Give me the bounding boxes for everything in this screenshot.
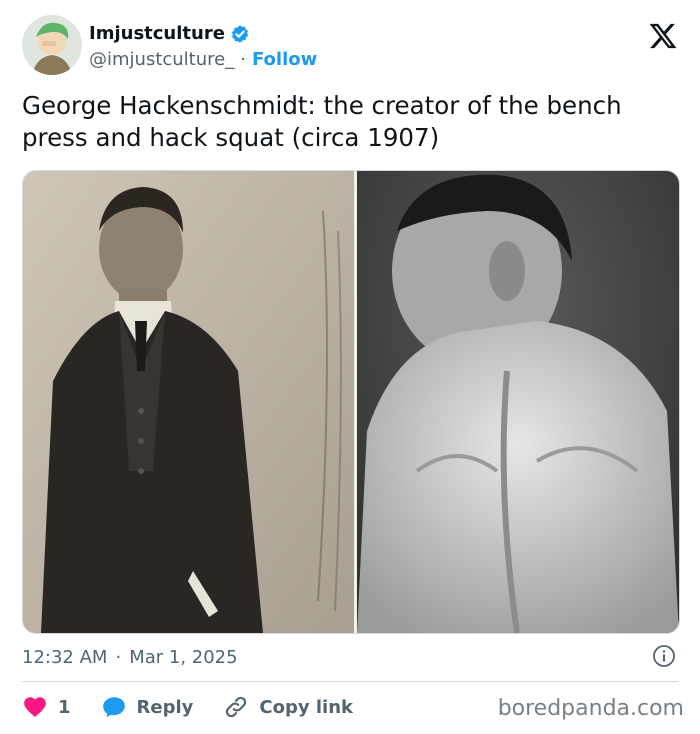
like-count: 1: [58, 696, 71, 718]
tweet-text: George Hackenschmidt: the creator of the…: [22, 91, 622, 152]
separator-dot: ·: [240, 49, 246, 70]
like-button[interactable]: 1: [22, 694, 71, 720]
follow-button[interactable]: Follow: [252, 49, 317, 70]
author-name-row: Imjustculture: [89, 23, 250, 44]
reply-label: Reply: [136, 696, 194, 718]
copy-link-button[interactable]: Copy link: [223, 694, 353, 720]
tweet-header: Imjustculture @imjustculture_ · Follow: [22, 15, 682, 79]
author-handle[interactable]: @imjustculture_: [89, 49, 234, 70]
copy-link-label: Copy link: [259, 696, 353, 718]
avatar[interactable]: [22, 15, 82, 75]
actions-divider: [22, 681, 678, 682]
tweet-time: 12:32 AM: [22, 646, 108, 668]
tweet-media[interactable]: [22, 170, 680, 634]
photo-suited-man[interactable]: [23, 171, 354, 633]
watermark: boredpanda.com: [497, 696, 684, 721]
reply-button[interactable]: Reply: [101, 694, 194, 720]
info-icon[interactable]: [652, 644, 676, 668]
photo-back-muscles[interactable]: [357, 171, 679, 633]
author-name[interactable]: Imjustculture: [89, 23, 225, 44]
timestamp-separator: ·: [115, 646, 122, 668]
author-handle-row: @imjustculture_ · Follow: [89, 49, 317, 70]
tweet-date: Mar 1, 2025: [129, 646, 238, 668]
x-logo-icon[interactable]: [648, 21, 678, 51]
tweet-timestamp[interactable]: 12:32 AM · Mar 1, 2025: [22, 644, 678, 670]
heart-icon: [24, 697, 46, 718]
verified-badge-icon: [231, 24, 249, 43]
tweet-actions: 1 Reply Copy link: [22, 692, 383, 722]
link-icon: [226, 696, 247, 718]
reply-bubble-icon: [102, 697, 125, 718]
